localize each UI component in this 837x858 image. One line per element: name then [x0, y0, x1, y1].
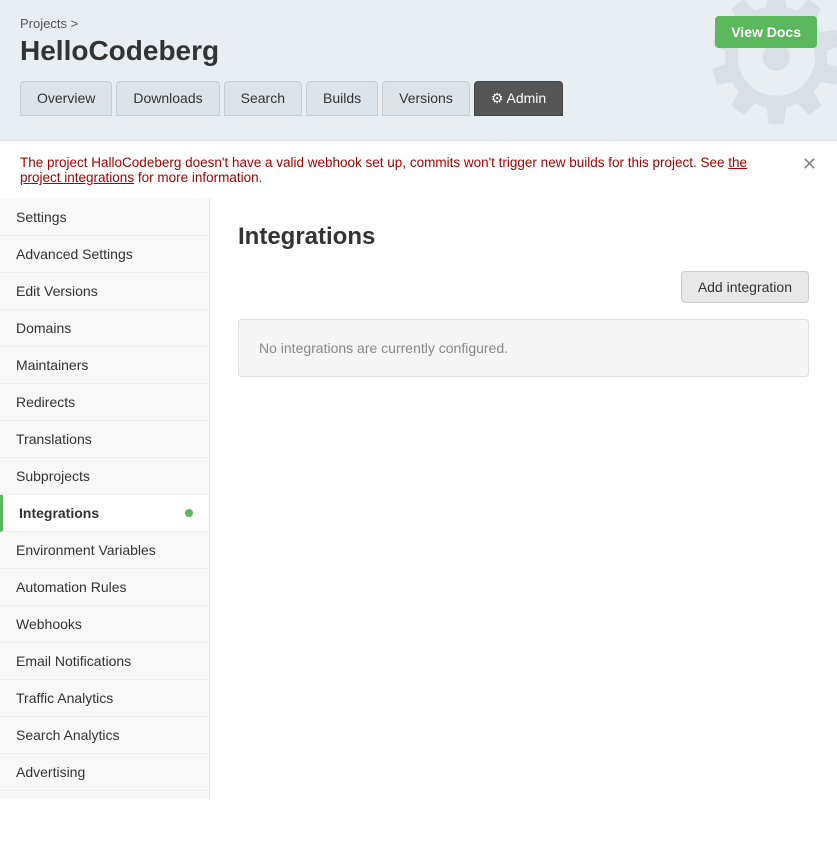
sidebar-item-traffic-analytics[interactable]: Traffic Analytics [0, 680, 209, 717]
sidebar-item-advertising[interactable]: Advertising [0, 754, 209, 791]
tab-versions[interactable]: Versions [382, 81, 470, 116]
header: ⚙ View Docs Projects > HelloCodeberg Ove… [0, 0, 837, 140]
sidebar-item-maintainers[interactable]: Maintainers [0, 347, 209, 384]
tab-search[interactable]: Search [224, 81, 302, 116]
sidebar-item-webhooks[interactable]: Webhooks [0, 606, 209, 643]
sidebar-item-environment-variables[interactable]: Environment Variables [0, 532, 209, 569]
main-content: Settings Advanced Settings Edit Versions… [0, 199, 837, 799]
tab-admin[interactable]: ⚙ Admin [474, 81, 563, 116]
sidebar-item-settings[interactable]: Settings [0, 199, 209, 236]
alert-close-button[interactable]: ✕ [802, 155, 817, 173]
sidebar-item-edit-versions[interactable]: Edit Versions [0, 273, 209, 310]
content-area: Integrations Add integration No integrat… [210, 199, 837, 799]
sidebar: Settings Advanced Settings Edit Versions… [0, 199, 210, 799]
sidebar-item-subprojects[interactable]: Subprojects [0, 458, 209, 495]
integrations-dot [185, 509, 193, 517]
project-title: HelloCodeberg [20, 35, 817, 67]
sidebar-item-translations[interactable]: Translations [0, 421, 209, 458]
empty-state: No integrations are currently configured… [238, 319, 809, 377]
alert-banner: The project HalloCodeberg doesn't have a… [0, 140, 837, 199]
nav-tabs: Overview Downloads Search Builds Version… [20, 81, 817, 116]
gear-icon: ⚙ [491, 90, 507, 106]
tab-downloads[interactable]: Downloads [116, 81, 219, 116]
empty-state-message: No integrations are currently configured… [259, 340, 508, 356]
tab-builds[interactable]: Builds [306, 81, 378, 116]
add-integration-button[interactable]: Add integration [681, 271, 809, 303]
sidebar-item-automation-rules[interactable]: Automation Rules [0, 569, 209, 606]
tab-admin-label: Admin [507, 90, 547, 106]
sidebar-item-integrations[interactable]: Integrations [0, 495, 209, 532]
breadcrumb-separator: > [71, 16, 79, 31]
breadcrumb-projects: Projects [20, 16, 67, 31]
sidebar-item-domains[interactable]: Domains [0, 310, 209, 347]
breadcrumb: Projects > [20, 16, 817, 31]
sidebar-item-search-analytics[interactable]: Search Analytics [0, 717, 209, 754]
sidebar-item-redirects[interactable]: Redirects [0, 384, 209, 421]
sidebar-item-email-notifications[interactable]: Email Notifications [0, 643, 209, 680]
sidebar-item-integrations-label: Integrations [19, 505, 99, 521]
alert-message-prefix: The project HalloCodeberg doesn't have a… [20, 155, 725, 170]
sidebar-item-advanced-settings[interactable]: Advanced Settings [0, 236, 209, 273]
view-docs-button[interactable]: View Docs [715, 16, 817, 48]
alert-message: The project HalloCodeberg doesn't have a… [20, 155, 790, 185]
content-toolbar: Add integration [238, 271, 809, 303]
alert-message-suffix: for more information. [138, 170, 263, 185]
page-title: Integrations [238, 223, 809, 251]
tab-overview[interactable]: Overview [20, 81, 112, 116]
